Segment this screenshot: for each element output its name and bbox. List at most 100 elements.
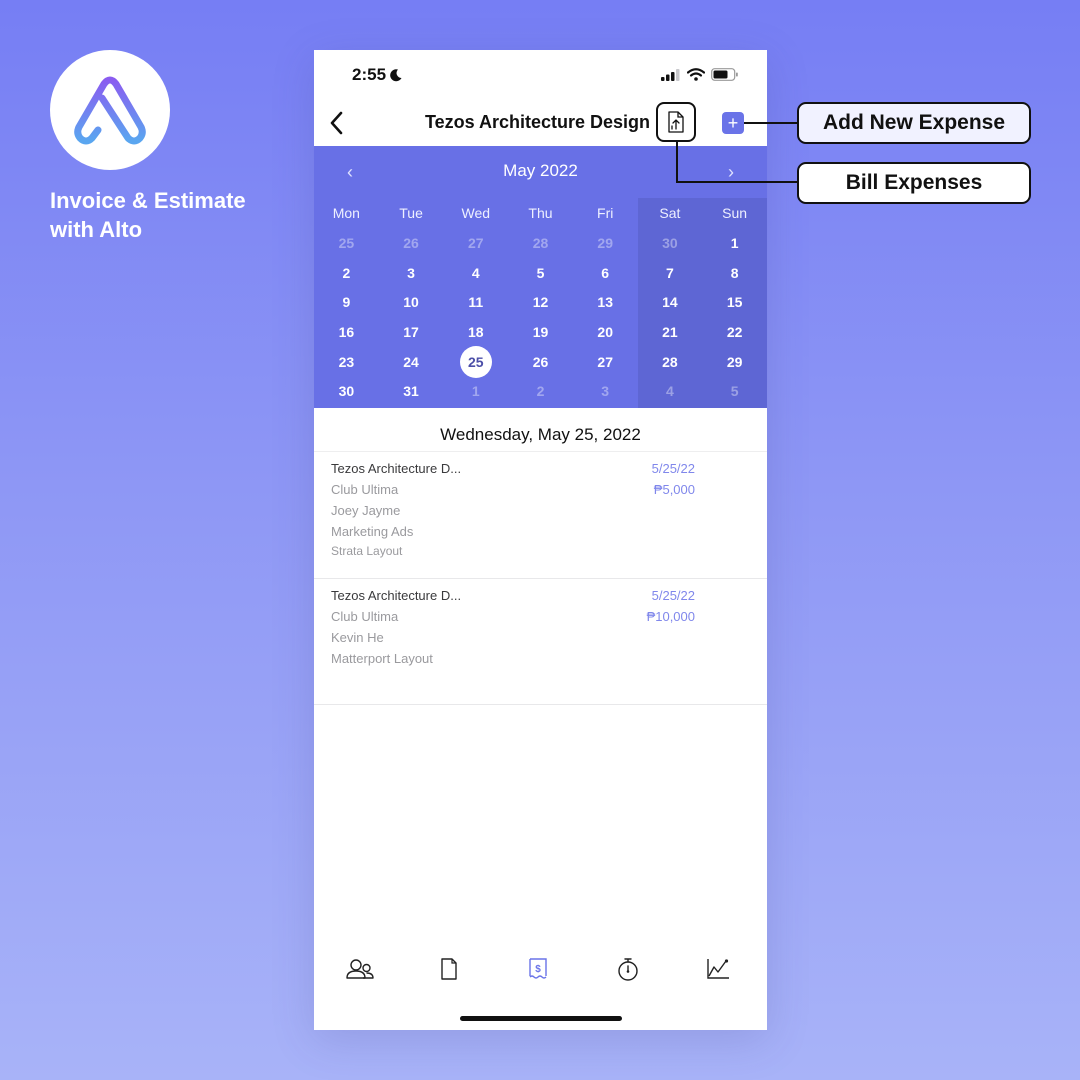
calendar-day[interactable]: 11: [443, 287, 508, 317]
tab-reports[interactable]: [703, 954, 733, 984]
calendar-day[interactable]: 13: [573, 287, 638, 317]
add-new-expense-callout: Add New Expense: [797, 102, 1031, 144]
calendar-day-outside-month[interactable]: 26: [379, 228, 444, 258]
calendar-day[interactable]: 16: [314, 317, 379, 347]
moon-icon: [390, 69, 402, 82]
plus-icon: +: [727, 113, 739, 133]
calendar-day[interactable]: 23: [314, 347, 379, 377]
expense-project: Tezos Architecture D...: [331, 461, 462, 476]
calendar-day-outside-month[interactable]: 28: [508, 228, 573, 258]
stopwatch-icon: [618, 958, 638, 981]
calendar-day[interactable]: 17: [379, 317, 444, 347]
add-expense-connector: [744, 122, 798, 124]
calendar-day[interactable]: 7: [638, 258, 703, 288]
calendar-day[interactable]: 6: [573, 258, 638, 288]
tab-expenses[interactable]: $: [523, 954, 553, 984]
calendar-day[interactable]: 24: [379, 347, 444, 377]
chart-line-icon: [707, 959, 729, 979]
calendar-day-selected[interactable]: 25: [443, 345, 508, 378]
document-icon: [441, 958, 457, 980]
bill-expenses-callout: Bill Expenses: [797, 162, 1031, 204]
wifi-icon: [687, 68, 705, 81]
expense-item[interactable]: Tezos Architecture D... Club Ultima Joey…: [314, 452, 767, 579]
calendar-day[interactable]: 27: [573, 347, 638, 377]
calendar-day[interactable]: 26: [508, 347, 573, 377]
calendar-day-outside-month[interactable]: 30: [638, 228, 703, 258]
document-upload-icon: [668, 111, 684, 133]
calendar-day-outside-month[interactable]: 4: [638, 376, 703, 406]
tab-bar: $: [314, 950, 767, 990]
home-indicator: [460, 1016, 622, 1021]
calendar-grid: Mon Tue Wed Thu Fri Sat Sun 25 26 27 28 29 30 1 2 3 4 5 6 7…: [314, 198, 767, 406]
calendar-day[interactable]: 9: [314, 287, 379, 317]
calendar-day[interactable]: 18: [443, 317, 508, 347]
battery-icon: [711, 68, 738, 81]
expense-category: Matterport Layout: [331, 651, 433, 666]
expense-client: Club Ultima: [331, 482, 399, 497]
brand-title-line2: with Alto: [50, 217, 143, 242]
calendar-day[interactable]: 3: [379, 258, 444, 288]
expense-person: Kevin He: [331, 630, 384, 645]
calendar-day[interactable]: 28: [638, 347, 703, 377]
expense-meta: 5/25/22 ₱10,000: [647, 585, 695, 627]
calendar-day[interactable]: 14: [638, 287, 703, 317]
calendar-day[interactable]: 21: [638, 317, 703, 347]
alto-logo-icon: [74, 76, 146, 145]
calendar-day[interactable]: 29: [702, 347, 767, 377]
calendar-day[interactable]: 2: [314, 258, 379, 288]
expense-item[interactable]: Tezos Architecture D... Club Ultima Kevi…: [314, 579, 767, 705]
calendar-header: ‹ May 2022 ›: [314, 146, 767, 198]
status-time: 2:55: [352, 65, 403, 85]
weekday-header: Thu: [528, 205, 553, 221]
tab-documents[interactable]: [434, 954, 464, 984]
bill-expenses-button[interactable]: [656, 102, 696, 142]
calendar-day[interactable]: 15: [702, 287, 767, 317]
expense-receipt-icon: $: [529, 958, 547, 979]
weekday-header: Wed: [461, 205, 491, 221]
calendar-day[interactable]: 30: [314, 376, 379, 406]
page-title: Tezos Architecture Design: [314, 112, 767, 133]
calendar-day[interactable]: 19: [508, 317, 573, 347]
calendar-day-outside-month[interactable]: 3: [573, 376, 638, 406]
calendar-day-outside-month[interactable]: 27: [443, 228, 508, 258]
calendar-day[interactable]: 4: [443, 258, 508, 288]
calendar-day-outside-month[interactable]: 2: [508, 376, 573, 406]
bill-expenses-connector-horizontal: [676, 181, 798, 183]
expense-note: Strata Layout: [331, 544, 403, 558]
bill-expenses-connector-vertical: [676, 142, 678, 183]
tab-time-tracking[interactable]: [613, 954, 643, 984]
expense-client: Club Ultima: [331, 609, 399, 624]
weekday-header: Sat: [659, 205, 681, 221]
weekday-header: Tue: [399, 205, 423, 221]
calendar-day[interactable]: 22: [702, 317, 767, 347]
calendar-day[interactable]: 20: [573, 317, 638, 347]
add-expense-button[interactable]: +: [722, 112, 744, 134]
signal-icon: [661, 68, 680, 81]
status-time-text: 2:55: [352, 65, 387, 84]
calendar-day[interactable]: 10: [379, 287, 444, 317]
expense-project: Tezos Architecture D...: [331, 588, 462, 603]
svg-text:$: $: [535, 964, 541, 975]
expense-date: 5/25/22: [651, 461, 695, 476]
weekday-header: Sun: [722, 205, 748, 221]
calendar-day-outside-month[interactable]: 1: [443, 376, 508, 406]
calendar-day-outside-month[interactable]: 5: [702, 376, 767, 406]
calendar: ‹ May 2022 › Mon Tue Wed Thu Fri Sat Sun 25 26 27…: [314, 146, 767, 408]
alto-logo: [50, 50, 170, 170]
weekday-header: Fri: [597, 205, 614, 221]
expense-meta: 5/25/22 ₱5,000: [652, 458, 695, 500]
calendar-day[interactable]: 31: [379, 376, 444, 406]
expense-category: Marketing Ads: [331, 524, 414, 539]
status-icons: [661, 68, 739, 81]
calendar-day[interactable]: 8: [702, 258, 767, 288]
calendar-day-outside-month[interactable]: 25: [314, 228, 379, 258]
expense-person: Joey Jayme: [331, 503, 401, 518]
month-label: May 2022: [503, 161, 578, 180]
calendar-day-outside-month[interactable]: 29: [573, 228, 638, 258]
tab-clients[interactable]: [345, 954, 375, 984]
calendar-day[interactable]: 12: [508, 287, 573, 317]
page-title-text: Tezos Architecture Design: [424, 112, 651, 132]
calendar-day[interactable]: 5: [508, 258, 573, 288]
calendar-day[interactable]: 1: [702, 228, 767, 258]
brand-title: Invoice & Estimate with Alto: [50, 186, 246, 244]
